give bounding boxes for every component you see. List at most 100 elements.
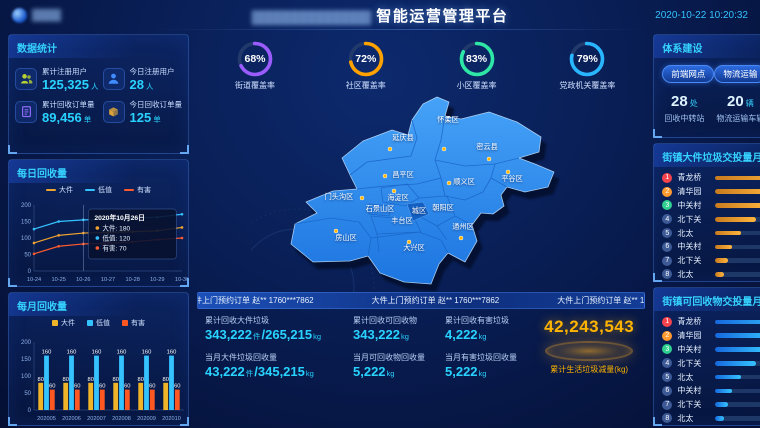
title-main: 智能运营管理平台 [376,5,508,26]
coverage-gauge: 79%党政机关覆盖率 [549,40,625,94]
rank-bar-fill [715,217,756,222]
legend-item-有害[interactable]: 有害 [124,185,151,195]
system-stat-value: 28处 [664,93,704,110]
map-district-label[interactable]: 昌平区 [392,170,414,179]
legend-marker-icon [124,189,134,191]
map-point-icon[interactable] [407,240,411,244]
svg-text:有害: 70: 有害: 70 [102,244,127,253]
legend-label: 有害 [137,185,151,195]
svg-text:60: 60 [74,384,80,390]
map-point-icon[interactable] [442,147,446,151]
app-logo: ▓▓▓▓ [12,8,60,23]
legend-item-低值[interactable]: 低值 [87,318,110,328]
map-district-label[interactable]: 石景山区 [366,204,395,213]
stat-label: 累计回收订单量 [42,99,95,110]
map-point-icon[interactable] [360,196,364,200]
svg-text:低值: 120: 低值: 120 [102,234,130,243]
svg-text:50: 50 [24,391,31,397]
map-district-label[interactable]: 海淀区 [387,193,409,202]
daily-line-chart[interactable]: 05010015020010-2410-2510-2610-2710-2810-… [10,197,188,289]
panel-monthly-recycle: 每月回收量 大件低值有害 050100150200202005801606020… [8,292,189,426]
legend-label: 低值 [96,318,110,328]
map-district-label[interactable]: 通州区 [452,222,474,231]
legend-marker-icon [122,320,128,326]
map-district-label[interactable]: 房山区 [335,233,357,242]
system-tab-前端网点[interactable]: 前端网点 [662,65,714,83]
rank-bar-fill [715,189,760,194]
rank-bar-track [715,245,760,250]
legend-item-大件[interactable]: 大件 [52,318,75,328]
map-point-icon[interactable] [447,181,451,185]
map-district-label[interactable]: 大兴区 [403,243,425,252]
svg-text:10-26: 10-26 [76,277,90,283]
panel-title-ranking-recyclable: 街镇可回收物交投量月排行 [662,293,760,308]
summary-stat: 累计回收可回收物343,222kg [353,315,435,341]
beijing-map-area: 怀柔区延庆县密云县昌平区 平谷区 顺义区门头沟区 海淀区石景山区 城区朝阳区丰台区通州区… [195,94,647,290]
legend-marker-icon [52,320,58,326]
panel-title-system: 体系建设 [662,40,702,55]
map-district-label[interactable]: 丰台区 [391,216,413,225]
map-point-icon[interactable] [459,236,463,240]
svg-text:160: 160 [141,350,151,356]
rank-bar-track [715,320,760,325]
system-tab-物流运输[interactable]: 物流运输 [714,65,760,83]
legend-item-有害[interactable]: 有害 [122,318,145,328]
legend-item-大件[interactable]: 大件 [46,185,73,195]
svg-text:200: 200 [20,203,31,209]
map-point-icon[interactable] [383,174,387,178]
rank-bar-track [715,402,760,407]
beijing-district-map[interactable]: 怀柔区延庆县密云县昌平区 平谷区 顺义区门头沟区 海淀区石景山区 城区朝阳区丰台区通州区… [251,92,591,292]
map-point-icon[interactable] [388,147,392,151]
legend-item-低值[interactable]: 低值 [85,185,112,195]
stat-label: 今日注册用户 [130,66,175,77]
map-district-label[interactable]: 密云县 [476,142,498,151]
datetime-display: 2020-10-22 10:20:32 [655,10,748,21]
svg-text:202008: 202008 [112,416,131,422]
svg-text:160: 160 [41,350,51,356]
svg-text:160: 160 [91,350,101,356]
stat-item: 累计注册用户125,325人 [15,66,99,91]
rank-badge: 5 [662,228,672,238]
rank-badge: 2 [662,187,672,197]
rank-name: 清华园 [677,186,710,197]
rank-badge: 1 [662,317,672,327]
svg-text:2020年10月26日: 2020年10月26日 [94,213,145,222]
monthly-bar-chart[interactable]: 0501001502002020058016060202006801606020… [10,330,188,428]
rank-badge: 3 [662,200,672,210]
gauge-label: 社区覆盖率 [328,80,404,91]
rank-bar-track [715,416,760,421]
summary-stats: 累计回收大件垃圾343,222件/265,215kg当月大件垃圾回收量43,22… [195,313,647,378]
gauge-label: 街道覆盖率 [217,80,293,91]
svg-text:10-29: 10-29 [150,277,164,283]
panel-ranking-recyclable: 街镇可回收物交投量月排行 TOP8 1青龙桥5252清华园4233中关村3604… [653,287,760,426]
rank-bar-fill [715,231,740,236]
ranking-row: 4北下关290 [662,356,760,370]
title-redacted-part: ▓▓▓▓▓▓▓▓▓▓▓▓▓▓ [252,9,371,24]
map-district-label[interactable]: 朝阳区 [432,203,454,212]
rank-badge: 1 [662,173,672,183]
rank-badge: 8 [662,269,672,279]
system-stat-label: 回收中转站 [664,113,704,124]
map-point-icon[interactable] [506,170,510,174]
rank-bar-fill [715,320,760,325]
svg-text:100: 100 [20,374,31,380]
map-point-icon[interactable] [487,157,491,161]
panel-ranking-bulky: 街镇大件垃圾交投量月排行 TOP8 1青龙桥5252清华园4233中关村3604… [653,143,760,282]
stat-unit: 单 [153,115,161,124]
rank-name: 北下关 [677,399,710,410]
gauge-label: 党政机关覆盖率 [549,80,625,91]
map-district-label[interactable]: 顺义区 [453,177,475,186]
map-district-label[interactable]: 平谷区 [501,174,523,183]
stat-text: 今日注册用户28人 [130,66,175,91]
rank-bar-track [715,258,760,263]
rank-name: 北太 [677,228,710,239]
map-point-icon[interactable] [392,189,396,193]
map-district-label[interactable]: 延庆县 [392,133,414,142]
ranking-row: 2清华园423 [662,329,760,343]
map-district-label[interactable]: 城区 [412,206,426,215]
stat-unit: 单 [84,115,92,124]
map-district-label[interactable]: 怀柔区 [437,115,459,124]
map-district-label[interactable]: 门头沟区 [325,192,354,201]
map-point-icon[interactable] [334,229,338,233]
rank-bar-fill [715,245,732,250]
